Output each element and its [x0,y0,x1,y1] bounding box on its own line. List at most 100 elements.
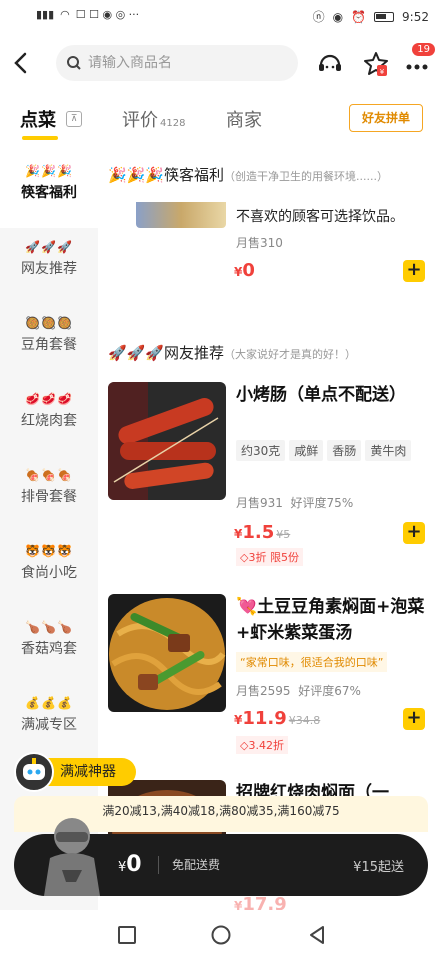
price-value: 0 [126,852,142,877]
sidebar-item-welfare[interactable]: 🎉🎉🎉 筷客福利 [0,152,98,228]
meat-icon: 🥩🥩🥩 [25,392,73,406]
nfc-icon: ⓝ [312,10,325,24]
cart-divider [158,856,159,874]
sidebar-item-bean[interactable]: 🥘🥘🥘 豆角套餐 [0,304,98,380]
review-quote: “家常口味，很适合我的口味” [236,652,388,672]
battery-icon [374,11,395,22]
section-title-text: 🚀🚀🚀网友推荐 [108,344,225,362]
original-price: ¥34.8 [288,714,321,727]
sidebar-item-label: 满减专区 [21,717,77,733]
welfare-item-desc: 不喜欢的顾客可选择饮品。 [236,209,404,225]
party-icon: 🎉🎉🎉 [25,164,73,178]
sidebar-item-label: 食尚小吃 [21,565,77,581]
tag: 咸鲜 [289,440,324,461]
original-price: ¥5 [276,528,291,541]
sausage-image[interactable] [108,382,226,500]
money-bag-icon: 💰💰💰 [25,696,73,710]
welfare-item-image[interactable] [136,202,226,228]
section-subtitle: （大家说好才是真的好！） [224,348,357,361]
notification-icons: ☐ ☐ ◉ ◎ ··· [75,8,140,21]
sidebar-item-ribs[interactable]: 🍖🍖🍖 排骨套餐 [0,456,98,532]
tab-reviews[interactable]: 评价 4128 [122,106,185,132]
robot-icon [14,752,54,792]
status-bar: ▮▮▮ ◠ ☐ ☐ ◉ ◎ ··· ⓝ ◉ ⏰ 9:52 [0,0,443,34]
sidebar-item-discount[interactable]: 💰💰💰 满减专区 [0,684,98,760]
signal-icon: ▮▮▮ [36,8,55,21]
back-nav-icon[interactable] [306,924,328,946]
noodle-image[interactable] [108,594,226,712]
discount-helper[interactable]: 满减神器 [14,752,136,792]
welfare-item-sales: 月售310 [236,236,283,250]
discount-text: 3折 限5份 [248,551,299,564]
rating-text: 好评度75% [290,496,354,510]
rib-icon: 🍖🍖🍖 [25,468,73,482]
more-badge: 19 [412,43,435,56]
price-value: 11.9 [242,708,287,729]
group-order-button[interactable]: 好友拼单 [349,104,423,132]
welfare-item-price: ¥0 [234,260,255,281]
discount-label: ◇3折 限5份 [236,548,303,566]
minimum-order: ¥15起送 [353,860,404,875]
price-value: 1.5 [242,522,275,543]
sidebar-item-pork[interactable]: 🥩🥩🥩 红烧肉套 [0,380,98,456]
tab-merchant[interactable]: 商家 [226,106,262,132]
svg-text:¥: ¥ [380,68,385,76]
active-tab-indicator [22,136,58,140]
sidebar-item-label: 豆角套餐 [21,337,77,353]
discount-text: 3.42折 [248,739,284,752]
sales-text: 月售2595 [236,684,291,698]
tag: 约30克 [236,440,286,461]
cart-mascot-icon[interactable] [36,814,108,896]
tab-reviews-label: 评价 [122,110,158,131]
rating-text: 好评度67% [298,684,361,698]
home-icon[interactable] [210,924,232,946]
drumstick-icon: 🍗🍗🍗 [25,620,73,634]
header: ¥ 19 [0,40,443,86]
tab-order[interactable]: 点菜 [20,106,56,132]
add-button[interactable]: + [403,708,425,730]
status-left: ▮▮▮ ◠ ☐ ☐ ◉ ◎ ··· [36,8,139,21]
recents-icon[interactable] [116,924,138,946]
sidebar-item-label: 排骨套餐 [21,489,77,505]
sales-text: 月售931 [236,496,283,510]
rocket-icon: 🚀🚀🚀 [25,240,73,254]
section-title-welfare: 🎉🎉🎉筷客福利（创造干净卫生的用餐环境......） [108,164,388,185]
sidebar-item-label: 红烧肉套 [21,413,77,429]
item-name: 💘土豆豆角素焖面+泡菜+虾米紫菜蛋汤 [236,597,425,643]
favorite-star-icon[interactable]: ¥ [362,50,390,78]
shipping-fee: 免配送费 [172,858,221,872]
wifi-icon: ◠ [60,8,70,21]
sidebar-item-snacks[interactable]: 🐯🐯🐯 食尚小吃 [0,532,98,608]
sidebar-item-label: 筷客福利 [21,185,77,201]
sidebar-item-recommend[interactable]: 🚀🚀🚀 网友推荐 [0,228,98,304]
price-value: 0 [242,260,255,281]
section-title-text: 🎉🎉🎉筷客福利 [108,166,225,184]
search-icon [67,56,81,70]
pot-icon: 🥘🥘🥘 [25,316,73,330]
tiger-icon: 🐯🐯🐯 [25,544,73,558]
search-input[interactable] [88,55,288,71]
sidebar-item-chicken[interactable]: 🍗🍗🍗 香菇鸡套 [0,608,98,684]
discount-label: ◇3.42折 [236,736,288,754]
tag: 香肠 [327,440,362,461]
search-bar[interactable] [56,45,298,81]
add-button[interactable]: + [403,260,425,282]
section-title-recommend: 🚀🚀🚀网友推荐（大家说好才是真的好！） [108,342,356,363]
item-sales: 月售931 好评度75% [236,494,353,511]
item-name: 小烤肠（单点不配送） [236,385,406,405]
status-time: 9:52 [402,9,429,24]
item-price: ¥1.5 ¥5 [234,522,290,543]
item-tags: 约30克 咸鲜 香肠 黄牛肉 [236,440,426,465]
tab-bar: 点菜 ⊼ 评价 4128 商家 好友拼单 [0,100,443,140]
cart-bar[interactable]: ¥0 免配送费 ¥15起送 [14,818,428,896]
reviews-count: 4128 [160,118,186,129]
sidebar-item-label: 网友推荐 [21,261,77,277]
sidebar-item-label: 香菇鸡套 [21,641,77,657]
tag: 黄牛肉 [365,440,412,461]
system-nav-bar [0,910,443,960]
pin-icon[interactable]: ⊼ [66,111,82,127]
customer-service-icon[interactable] [316,50,344,78]
add-button[interactable]: + [403,522,425,544]
item-sales: 月售2595 好评度67% [236,682,361,699]
back-icon[interactable] [10,50,32,76]
